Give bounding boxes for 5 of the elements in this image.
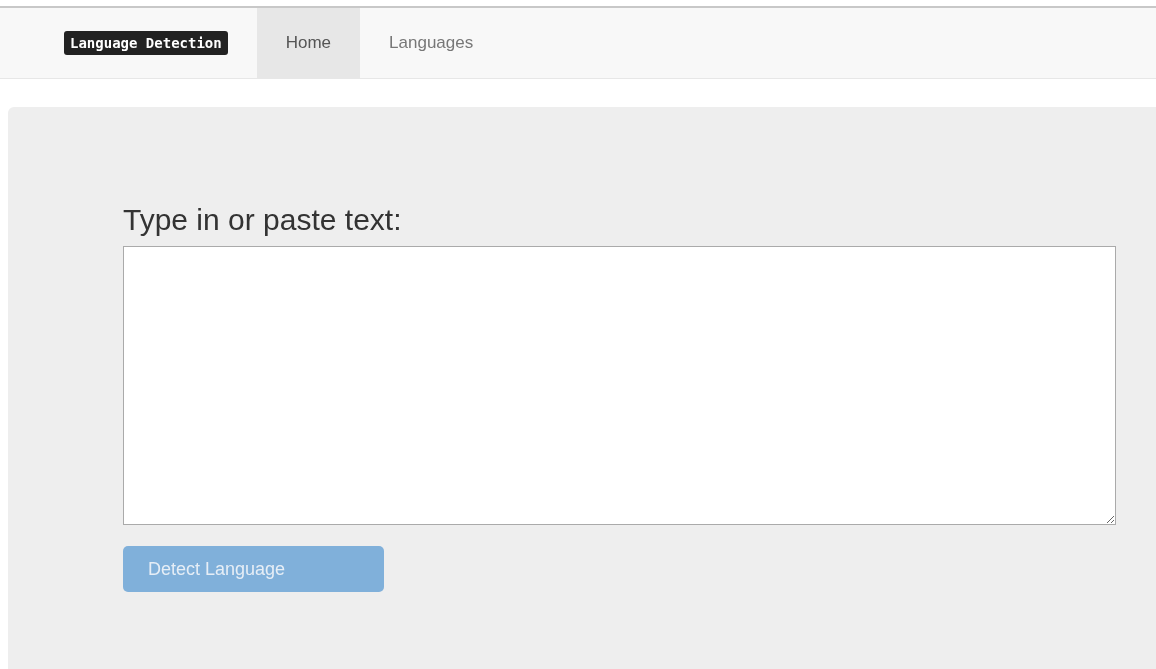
text-prompt: Type in or paste text: [123, 203, 403, 237]
brand-label[interactable]: Language Detection [64, 31, 228, 55]
nav-tab[interactable]: Languages [360, 8, 503, 78]
text-input-field[interactable] [123, 246, 1116, 525]
nav-tab[interactable]: Home [256, 8, 361, 78]
